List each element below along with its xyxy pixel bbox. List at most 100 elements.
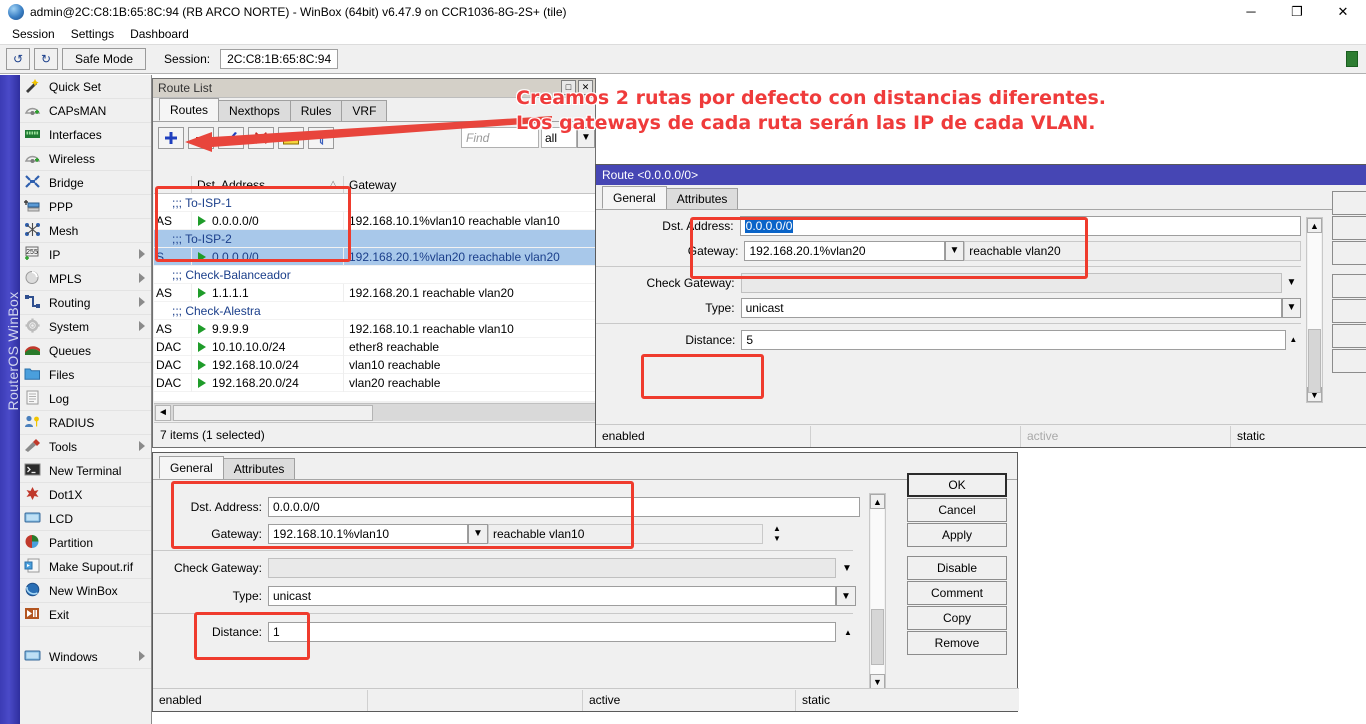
apply-button[interactable]: Apply: [907, 523, 1007, 547]
scrollbar-track[interactable]: [1308, 233, 1321, 387]
tab-nexthops[interactable]: Nexthops: [218, 100, 291, 121]
table-row[interactable]: ;;; Check-Balanceador: [154, 266, 596, 284]
sidebar-item-mesh[interactable]: Mesh: [20, 219, 151, 243]
type-field[interactable]: unicast: [741, 298, 1282, 318]
column-flags[interactable]: [154, 176, 192, 193]
type-dropdown-icon[interactable]: ▼: [1282, 298, 1301, 318]
table-row[interactable]: AS0.0.0.0/0192.168.10.1%vlan10 reachable…: [154, 212, 596, 230]
route-dialog-top-scrollbar[interactable]: ▲ ▼: [1306, 217, 1323, 403]
dst-address-field[interactable]: 0.0.0.0/0: [268, 497, 860, 517]
remove-button[interactable]: [188, 127, 214, 149]
sidebar-item-windows[interactable]: Windows: [20, 645, 151, 669]
stepper-up-icon[interactable]: ▲: [840, 627, 856, 637]
sidebar-item-new-winbox[interactable]: New WinBox: [20, 579, 151, 603]
table-row[interactable]: ;;; To-ISP-1: [154, 194, 596, 212]
close-icon[interactable]: ✕: [1320, 0, 1366, 23]
scroll-left-icon[interactable]: ◄: [155, 405, 171, 421]
sidebar-item-dot1x[interactable]: Dot1X: [20, 483, 151, 507]
scroll-up-icon[interactable]: ▲: [870, 494, 885, 509]
sidebar-item-new-terminal[interactable]: New Terminal: [20, 459, 151, 483]
sidebar-item-tools[interactable]: Tools: [20, 435, 151, 459]
sidebar-item-mpls[interactable]: MPLS: [20, 267, 151, 291]
distance-stepper[interactable]: ▲: [840, 627, 856, 637]
ok-button-top[interactable]: [1332, 191, 1366, 215]
filter-button[interactable]: [308, 127, 334, 149]
redo-icon[interactable]: ↻: [34, 48, 58, 70]
tab-rules[interactable]: Rules: [290, 100, 343, 121]
distance-field[interactable]: 1: [268, 622, 836, 642]
table-row[interactable]: DAC192.168.20.0/24vlan20 reachable: [154, 374, 596, 392]
menu-item-dashboard[interactable]: Dashboard: [122, 25, 197, 43]
gateway-field[interactable]: 192.168.20.1%vlan20: [744, 241, 944, 261]
sidebar-item-radius[interactable]: RADIUS: [20, 411, 151, 435]
table-row[interactable]: S0.0.0.0/0192.168.20.1%vlan20 reachable …: [154, 248, 596, 266]
remove-button[interactable]: Remove: [907, 631, 1007, 655]
scrollbar-thumb[interactable]: [1308, 329, 1321, 393]
routes-horizontal-scrollbar[interactable]: ◄: [154, 403, 596, 421]
table-row[interactable]: AS1.1.1.1192.168.20.1 reachable vlan20: [154, 284, 596, 302]
table-row[interactable]: AS9.9.9.9192.168.10.1 reachable vlan10: [154, 320, 596, 338]
table-row[interactable]: ;;; To-ISP-2: [154, 230, 596, 248]
scrollbar-track[interactable]: [871, 509, 884, 674]
stepper-up-icon[interactable]: ▲: [1286, 335, 1301, 345]
column-gateway[interactable]: Gateway: [344, 176, 596, 193]
sidebar-item-quick-set[interactable]: Quick Set: [20, 75, 151, 99]
cancel-button-top[interactable]: [1332, 216, 1366, 240]
tab-bottom-general[interactable]: General: [159, 456, 224, 479]
apply-button-top[interactable]: [1332, 241, 1366, 265]
ok-button[interactable]: OK: [907, 473, 1007, 497]
type-dropdown-icon[interactable]: ▼: [836, 586, 856, 606]
sidebar-item-capsman[interactable]: CAPsMAN: [20, 99, 151, 123]
sidebar-item-queues[interactable]: Queues: [20, 339, 151, 363]
disable-button[interactable]: [248, 127, 274, 149]
copy-button-top[interactable]: [1332, 324, 1366, 348]
table-row[interactable]: ;;; Check-Alestra: [154, 302, 596, 320]
scroll-up-icon[interactable]: ▲: [1307, 218, 1322, 233]
cancel-button[interactable]: Cancel: [907, 498, 1007, 522]
distance-field[interactable]: 5: [741, 330, 1285, 350]
scroll-down-icon[interactable]: ▼: [870, 674, 885, 689]
comment-button[interactable]: Comment: [907, 581, 1007, 605]
stepper-down-icon[interactable]: ▼: [769, 534, 785, 544]
sidebar-item-log[interactable]: Log: [20, 387, 151, 411]
sidebar-item-system[interactable]: System: [20, 315, 151, 339]
enable-button[interactable]: [218, 127, 244, 149]
gateway-field[interactable]: 192.168.10.1%vlan10: [268, 524, 468, 544]
type-field[interactable]: unicast: [268, 586, 836, 606]
disable-button-top[interactable]: [1332, 274, 1366, 298]
table-row[interactable]: DAC192.168.10.0/24vlan10 reachable: [154, 356, 596, 374]
tab-top-general[interactable]: General: [602, 186, 667, 209]
menu-item-settings[interactable]: Settings: [63, 25, 122, 43]
route-dialog-bottom-scrollbar[interactable]: ▲ ▼: [869, 493, 886, 690]
column-dst-address[interactable]: Dst. Address △: [192, 176, 344, 193]
sidebar-item-routing[interactable]: Routing: [20, 291, 151, 315]
sidebar-item-ppp[interactable]: PPP: [20, 195, 151, 219]
menu-item-session[interactable]: Session: [4, 25, 63, 43]
sidebar-item-make-supout-rif[interactable]: Make Supout.rif: [20, 555, 151, 579]
dst-address-field[interactable]: 0.0.0.0/0: [740, 216, 1301, 236]
comment-button[interactable]: [278, 127, 304, 149]
scrollbar-thumb[interactable]: [173, 405, 373, 421]
disable-button[interactable]: Disable: [907, 556, 1007, 580]
gateway-stepper[interactable]: ▲ ▼: [769, 524, 785, 544]
check-gateway-dropdown-icon[interactable]: ▼: [1282, 277, 1301, 288]
minimize-icon[interactable]: ─: [1228, 0, 1274, 23]
sidebar-item-partition[interactable]: Partition: [20, 531, 151, 555]
sidebar-item-exit[interactable]: Exit: [20, 603, 151, 627]
safe-mode-button[interactable]: Safe Mode: [62, 48, 146, 70]
sidebar-item-bridge[interactable]: Bridge: [20, 171, 151, 195]
tab-bottom-attributes[interactable]: Attributes: [223, 458, 296, 479]
tab-vrf[interactable]: VRF: [341, 100, 387, 121]
stepper-up-icon[interactable]: ▲: [769, 524, 785, 534]
sidebar-item-interfaces[interactable]: Interfaces: [20, 123, 151, 147]
sidebar-item-ip[interactable]: 255IP: [20, 243, 151, 267]
undo-icon[interactable]: ↺: [6, 48, 30, 70]
gateway-dropdown-icon[interactable]: ▼: [945, 241, 965, 261]
table-row[interactable]: DAC10.10.10.0/24ether8 reachable: [154, 338, 596, 356]
distance-stepper[interactable]: ▲: [1286, 335, 1301, 345]
sidebar-item-files[interactable]: Files: [20, 363, 151, 387]
maximize-icon[interactable]: ❐: [1274, 0, 1320, 23]
sidebar-item-lcd[interactable]: LCD: [20, 507, 151, 531]
copy-button[interactable]: Copy: [907, 606, 1007, 630]
remove-button-top[interactable]: [1332, 349, 1366, 373]
